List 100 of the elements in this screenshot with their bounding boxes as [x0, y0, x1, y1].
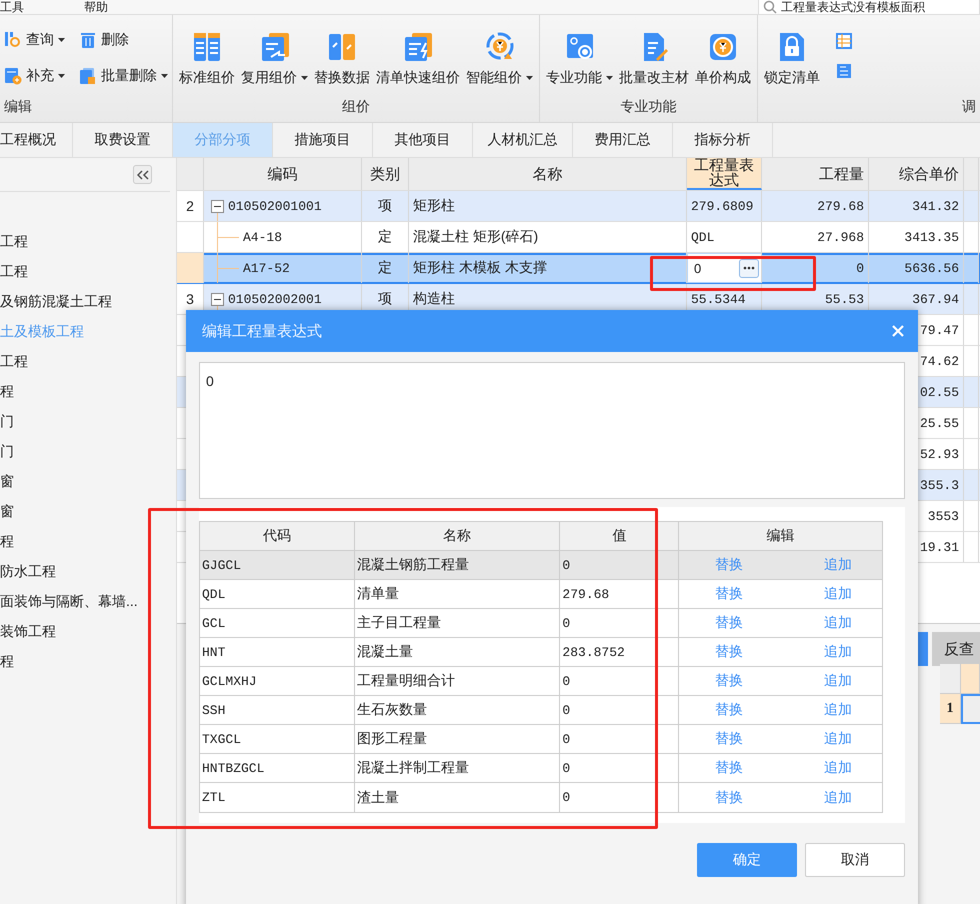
sidebar-item[interactable]: 程	[0, 646, 14, 676]
ellipsis-icon	[743, 266, 755, 270]
code-text: 010502002001	[228, 292, 322, 306]
table-cell: 0	[560, 667, 680, 695]
table-cell[interactable]	[961, 694, 980, 724]
cancel-button[interactable]: 取消	[805, 843, 905, 877]
table-cell: QDL	[687, 222, 762, 252]
table-cell: 279.68	[762, 191, 869, 221]
table-cell: 矩形柱	[409, 191, 687, 221]
column-header	[961, 664, 980, 694]
sidebar-item[interactable]: 工程	[0, 346, 28, 376]
table-cell: SSH	[200, 696, 355, 724]
code-text: 010502001001	[228, 198, 322, 214]
table-cell: 3413.35	[869, 222, 964, 252]
table-cell: 定	[362, 253, 409, 283]
row-number: 1	[940, 694, 961, 724]
column-header: 工程量表达式	[687, 158, 762, 190]
tab[interactable]: 工程概况	[0, 123, 73, 157]
column-header: 编辑	[679, 522, 884, 550]
sidebar-item[interactable]: 工程	[0, 226, 28, 256]
document-lightning-icon	[402, 31, 434, 63]
tab[interactable]: 其他项目	[373, 123, 473, 157]
table-cell: 27.968	[762, 222, 869, 252]
ribbon-button[interactable]: 补充	[4, 64, 65, 86]
close-button[interactable]	[890, 323, 906, 339]
row-header[interactable]: 2	[177, 191, 204, 221]
collapse-toggle[interactable]	[211, 200, 224, 212]
row-header[interactable]: 3	[177, 284, 204, 314]
ribbon-button[interactable]: 清单快速组价	[374, 29, 462, 89]
sidebar-item[interactable]: 面装饰与隔断、幕墙...	[0, 586, 138, 616]
table-cell: GCLMXHJ	[200, 667, 355, 695]
code-text: A4-18	[243, 230, 282, 244]
tab[interactable]: 人材机汇总	[473, 123, 573, 157]
code-text: A17-52	[243, 260, 290, 276]
sidebar-item[interactable]: 及钢筋混凝土工程	[0, 286, 112, 316]
table-cell: 图形工程量	[354, 725, 560, 753]
table-cell: 定	[362, 222, 409, 252]
table-cell: ZTL	[200, 783, 355, 812]
swap-icon	[326, 31, 358, 63]
sidebar-item[interactable]: 窗	[0, 466, 14, 496]
minus-icon	[211, 200, 224, 212]
tab[interactable]: 措施项目	[273, 123, 373, 157]
trash-icon	[79, 31, 97, 49]
column-header: 值	[560, 522, 680, 550]
table-cell: 混凝土钢筋工程量	[354, 551, 560, 579]
ribbon-button[interactable]: 智能组价	[464, 29, 535, 89]
table-cell: 清单量	[354, 580, 560, 608]
ribbon-button[interactable]: 批量删除	[79, 64, 168, 86]
yen-coin-icon	[707, 31, 739, 63]
ribbon-button[interactable]: 批量改主材	[617, 29, 691, 89]
column-header: 代码	[200, 522, 355, 550]
collapse-toggle[interactable]	[211, 292, 224, 306]
sidebar-item[interactable]: 装饰工程	[0, 616, 56, 646]
sidebar-item[interactable]: 程	[0, 376, 14, 406]
corner-header	[940, 664, 961, 694]
search-field[interactable]: 工程量表达式没有模板面积	[758, 0, 980, 15]
group-label: 调	[961, 97, 976, 116]
sidebar-item[interactable]: 程	[0, 526, 14, 556]
sidebar-item[interactable]: 门	[0, 436, 14, 466]
sidebar-item[interactable]: 防水工程	[0, 556, 56, 586]
sidebar-item[interactable]: 窗	[0, 496, 14, 526]
table-cell: QDL	[200, 580, 355, 608]
sidebar-item[interactable]: 门	[0, 406, 14, 436]
search-icon	[763, 0, 777, 14]
table-cell: 0	[762, 253, 869, 283]
tab[interactable]: 费用汇总	[573, 123, 673, 157]
menu-item[interactable]: 工具	[0, 0, 24, 14]
ribbon-button[interactable]: 复用组价	[239, 29, 310, 89]
sum-icon	[836, 63, 852, 79]
tab[interactable]: 指标分析	[673, 123, 773, 157]
table-cell: 工程量明细合计	[354, 667, 560, 695]
ribbon-button[interactable]: 专业功能	[544, 29, 615, 89]
menu-item[interactable]: 帮助	[84, 0, 108, 14]
table-cell: 279.68	[560, 580, 680, 608]
ribbon-button[interactable]: 标准组价	[177, 29, 237, 89]
table-cell: 项	[362, 191, 409, 221]
more-button[interactable]	[739, 258, 759, 278]
collapse-button[interactable]	[133, 165, 152, 184]
table-cell: 0	[560, 725, 680, 753]
ribbon-button[interactable]: 单价构成	[693, 29, 753, 89]
table-cell: 0	[560, 551, 680, 579]
table-cell: HNT	[200, 638, 355, 666]
table-cell: 混凝土拌制工程量	[354, 754, 560, 782]
ribbon-button[interactable]: 替换数据	[312, 29, 372, 89]
table-cell: HNTBZGCL	[200, 754, 355, 782]
table-cell: 混凝土柱 矩形(碎石)	[409, 222, 687, 252]
group-label: 专业功能	[620, 97, 678, 116]
expression-input[interactable]: 0	[199, 362, 905, 499]
ribbon-button[interactable]: 锁定清单	[762, 29, 822, 89]
table-cell: GJGCL	[200, 551, 355, 579]
ribbon-button[interactable]: 查询	[4, 29, 65, 51]
tab[interactable]: 反查	[932, 632, 980, 666]
document-plus-icon	[4, 66, 22, 84]
ribbon-button[interactable]: 删除	[79, 29, 168, 51]
table-cell: 279.6809	[687, 191, 762, 221]
table-cell: TXGCL	[200, 725, 355, 753]
search-icon	[4, 31, 22, 49]
table-cell: 生石灰数量	[354, 696, 560, 724]
table-cell: 渣土量	[354, 783, 560, 812]
sidebar-item[interactable]: 工程	[0, 256, 28, 286]
